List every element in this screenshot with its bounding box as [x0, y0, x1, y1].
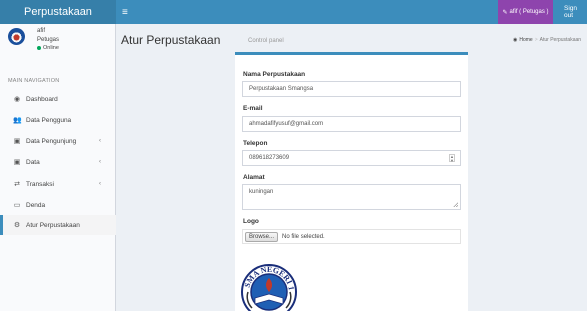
user-name: afif [37, 28, 46, 34]
user-panel: afif Petugas Online [0, 24, 116, 64]
sidebar-item-label: Atur Perpustakaan [26, 221, 80, 229]
online-dot-icon [37, 46, 41, 50]
sidebar-item-data-pengguna[interactable]: 👥 Data Pengguna [0, 110, 116, 130]
alamat-label: Alamat [243, 174, 265, 181]
nama-value: Perpustakaan Smangsa [249, 86, 314, 92]
app-logo[interactable]: Perpustakaan [0, 0, 116, 24]
page-title: Atur Perpustakaan [121, 33, 221, 47]
sidebar-item-data-pengunjung[interactable]: ▣ Data Pengunjung ‹ [0, 131, 116, 151]
user-menu-button[interactable]: ✎ afif ( Petugas ) [498, 0, 553, 24]
users-icon: 👥 [13, 117, 22, 124]
user-status-label: Online [43, 45, 59, 51]
sidebar-item-atur-perpustakaan[interactable]: ⚙ Atur Perpustakaan [0, 215, 116, 235]
breadcrumb: ◉ Home > Atur Perpustakaan [513, 37, 582, 43]
exchange-icon: ⇄ [14, 181, 20, 188]
resize-handle-icon[interactable] [453, 202, 458, 207]
user-role: Petugas [37, 37, 60, 43]
user-menu-label: afif ( Petugas ) [509, 9, 549, 15]
chevron-left-icon: ‹ [99, 138, 101, 144]
logo-file-input[interactable]: Browse... No file selected. [242, 229, 461, 244]
breadcrumb-home[interactable]: Home [519, 37, 532, 43]
top-navbar: Perpustakaan ≡ ✎ afif ( Petugas ) Sign o… [0, 0, 587, 24]
sidebar-item-label: Data [26, 158, 40, 166]
chevron-left-icon: ‹ [99, 159, 101, 165]
hamburger-icon[interactable]: ≡ [122, 0, 128, 24]
money-icon: ▭ [13, 202, 21, 209]
edit-icon: ▣ [13, 159, 21, 166]
sidebar: afif Petugas Online MAIN NAVIGATION ◉ Da… [0, 24, 116, 311]
nav-header: MAIN NAVIGATION [8, 78, 60, 84]
telepon-label: Telepon [243, 140, 268, 147]
home-icon: ◉ [513, 37, 518, 43]
browse-button[interactable]: Browse... [245, 231, 279, 242]
edit-icon: ▣ [13, 138, 21, 145]
sidebar-item-denda[interactable]: ▭ Denda [0, 195, 116, 215]
logo-label: Logo [243, 218, 259, 225]
nama-label: Nama Perpustakaan [243, 71, 306, 78]
email-value: ahmadafifyusuf@gmail.com [249, 121, 324, 127]
alamat-textarea[interactable]: kuningan [242, 184, 461, 210]
sidebar-item-data[interactable]: ▣ Data ‹ [0, 152, 116, 172]
chevron-left-icon: ‹ [99, 181, 101, 187]
settings-form-box: Nama Perpustakaan Perpustakaan Smangsa E… [235, 52, 468, 311]
sidebar-item-label: Data Pengguna [26, 116, 72, 124]
sidebar-item-transaksi[interactable]: ⇄ Transaksi ‹ [0, 174, 116, 194]
page-subtitle: Control panel [248, 38, 284, 44]
telepon-input[interactable]: 089618273609 ▲ ▼ [242, 150, 461, 166]
sidebar-item-label: Transaksi [26, 180, 54, 188]
signout-button[interactable]: Sign out [553, 0, 587, 24]
breadcrumb-current: Atur Perpustakaan [539, 37, 582, 43]
email-label: E-mail [243, 105, 263, 112]
sidebar-item-dashboard[interactable]: ◉ Dashboard [0, 89, 116, 109]
user-edit-icon: ✎ [502, 9, 508, 16]
sidebar-item-label: Dashboard [26, 95, 58, 103]
avatar [8, 28, 25, 45]
telepon-value: 089618273609 [249, 155, 290, 161]
alamat-value: kuningan [249, 189, 274, 195]
dashboard-icon: ◉ [13, 96, 21, 103]
sidebar-item-label: Denda [26, 201, 46, 209]
email-input[interactable]: ahmadafifyusuf@gmail.com [242, 116, 461, 132]
user-status: Online [37, 45, 59, 51]
sidebar-item-label: Data Pengunjung [26, 137, 77, 145]
cogs-icon: ⚙ [13, 222, 21, 229]
nama-perpustakaan-input[interactable]: Perpustakaan Smangsa [242, 81, 461, 97]
number-spinner-icon[interactable]: ▲ ▼ [449, 154, 455, 162]
school-logo-image: SMA NEGERI 1 [240, 252, 298, 311]
file-status: No file selected. [282, 233, 325, 240]
